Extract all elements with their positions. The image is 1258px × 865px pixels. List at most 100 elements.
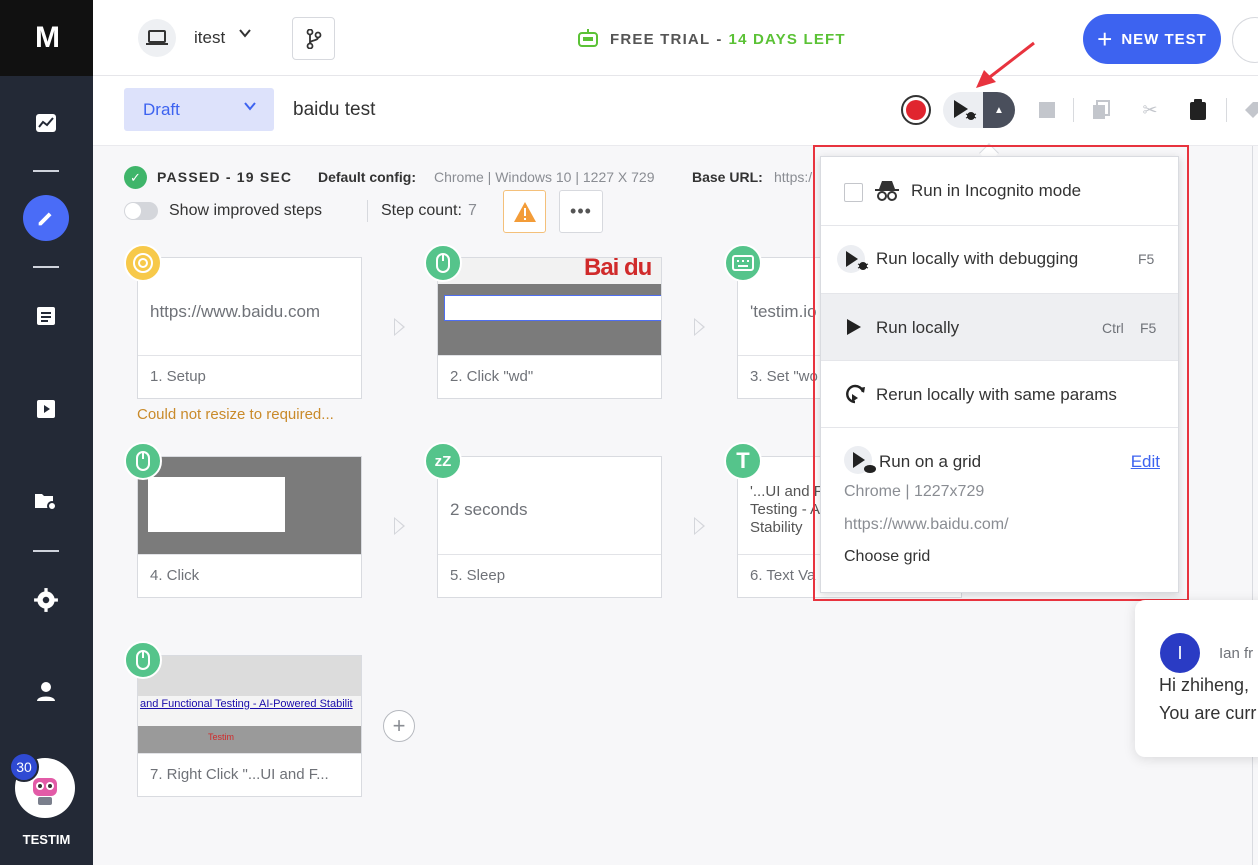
step-preview: 2 seconds: [438, 457, 661, 554]
preview-link: and Functional Testing - AI-Powered Stab…: [140, 698, 353, 710]
step-label: 6. Text Va: [750, 567, 816, 584]
step-arrow-icon: [394, 517, 405, 535]
choose-grid[interactable]: Choose grid: [844, 548, 930, 566]
incognito-icon: [873, 179, 901, 208]
run-options-caret[interactable]: ▲: [983, 92, 1015, 128]
chrome-icon: [124, 244, 162, 282]
runs-icon[interactable]: [23, 386, 69, 432]
sidebar-divider: [33, 170, 59, 172]
divider: [438, 355, 661, 356]
play-cloud-icon: [843, 445, 881, 480]
config-value[interactable]: Chrome | Windows 10 | 1227 X 729: [434, 169, 655, 185]
branch-icon: [306, 28, 321, 49]
incognito-checkbox[interactable]: [844, 183, 863, 202]
testim-logo[interactable]: M: [0, 0, 93, 76]
more-options-button[interactable]: •••: [559, 190, 603, 233]
preview-extra: Testim: [208, 732, 235, 742]
tests-list-icon[interactable]: [23, 293, 69, 339]
search-icon[interactable]: [1232, 17, 1258, 63]
menu-item-run-debug[interactable]: Run locally with debugging F5: [821, 226, 1178, 294]
trial-dash: -: [716, 30, 723, 48]
chat-message-line: Hi zhiheng,: [1159, 675, 1250, 695]
rerun-icon: [843, 382, 867, 411]
menu-item-run-grid[interactable]: Run on a grid Edit Chrome | 1227x729 htt…: [821, 428, 1178, 592]
step-label: 7. Right Click "...UI and F...: [150, 766, 329, 783]
step-label: 4. Click: [150, 567, 200, 584]
copy-icon[interactable]: [1089, 98, 1113, 122]
preview-header: [138, 656, 361, 696]
preview-snippet: [138, 726, 361, 753]
scissors-icon[interactable]: ✂: [1138, 98, 1162, 122]
step-preview-line: Testing - A: [750, 501, 821, 518]
chat-popup[interactable]: I Ian fr Hi zhiheng, You are curr: [1135, 600, 1258, 757]
sleep-icon: zZ: [424, 442, 462, 480]
warning-button[interactable]: [503, 190, 546, 233]
play-icon: [846, 318, 862, 341]
step-preview-text: https://www.baidu.com: [150, 302, 321, 321]
branch-button[interactable]: [292, 17, 335, 60]
editor-icon[interactable]: [23, 195, 69, 241]
menu-item-label: Run on a grid: [879, 452, 982, 471]
play-debug-button[interactable]: [943, 92, 983, 128]
divider: [138, 753, 361, 754]
panel-edge: [1252, 146, 1253, 865]
text-icon: T: [724, 442, 762, 480]
step-label: 5. Sleep: [450, 567, 506, 584]
step-card-5[interactable]: 2 seconds 5. Sleep: [437, 456, 662, 598]
mouse-icon: [424, 244, 462, 282]
step-preview-text: 2 seconds: [450, 500, 528, 519]
preview-element: [148, 477, 285, 532]
step-label: 3. Set "wo: [750, 368, 818, 385]
add-step-button[interactable]: +: [383, 710, 415, 742]
divider: [138, 355, 361, 356]
divider: [438, 554, 661, 555]
step-card-2[interactable]: Bai du 2. Click "wd": [437, 257, 662, 399]
menu-item-label: Run locally: [876, 318, 960, 337]
notification-badge[interactable]: 30: [9, 752, 39, 782]
chat-message-line: You are curr: [1159, 703, 1257, 723]
grid-browser: Chrome | 1227x729: [844, 483, 985, 500]
menu-item-run-locally[interactable]: Run locally Ctrl F5: [821, 294, 1178, 361]
laptop-icon[interactable]: [138, 19, 176, 57]
trial-robot-icon: [578, 29, 598, 47]
status-value: Draft: [143, 99, 180, 119]
clipboard-icon[interactable]: [1186, 98, 1210, 122]
toolbar-divider: [1073, 98, 1074, 122]
project-name[interactable]: itest: [194, 28, 225, 48]
step-card-7[interactable]: and Functional Testing - AI-Powered Stab…: [137, 655, 362, 797]
grid-edit-link[interactable]: Edit: [1131, 452, 1160, 472]
shortcut-modifier: Ctrl: [1102, 320, 1124, 336]
config-label: Default config:: [318, 169, 416, 185]
step-count: Step count: 7: [381, 202, 477, 220]
stop-icon[interactable]: [1035, 98, 1059, 122]
free-trial-banner: FREE TRIAL - 14 DAYS LEFT: [576, 28, 846, 50]
menu-item-rerun[interactable]: Rerun locally with same params: [821, 361, 1178, 428]
status-dropdown[interactable]: Draft: [124, 88, 274, 131]
step-preview-line: '...UI and F: [750, 483, 823, 500]
base-url-value[interactable]: https:/: [774, 169, 812, 185]
menu-item-label: Run locally with debugging: [876, 249, 1079, 268]
grid-url: https://www.baidu.com/: [844, 516, 1009, 533]
play-bug-icon: [954, 100, 977, 120]
step-card-1[interactable]: https://www.baidu.com 1. Setup: [137, 257, 362, 399]
folder-settings-icon[interactable]: [23, 478, 69, 524]
test-name[interactable]: baidu test: [293, 99, 375, 121]
mouse-icon: [124, 641, 162, 679]
step-card-4[interactable]: 4. Click: [137, 456, 362, 598]
new-test-button[interactable]: + NEW TEST: [1083, 14, 1221, 64]
step-count-label: Step count:: [381, 202, 462, 219]
trial-label: FREE TRIAL: [610, 30, 711, 48]
record-button[interactable]: [901, 95, 931, 125]
settings-gear-icon[interactable]: [23, 577, 69, 623]
user-icon[interactable]: [23, 668, 69, 714]
step-arrow-icon: [394, 318, 405, 336]
mouse-icon: [124, 442, 162, 480]
sidebar-divider: [33, 266, 59, 268]
improved-steps-toggle[interactable]: [124, 202, 158, 220]
trial-days: 14 DAYS LEFT: [728, 30, 846, 48]
dashboard-icon[interactable]: [23, 100, 69, 146]
tag-icon[interactable]: [1241, 98, 1258, 122]
preview-input: [444, 295, 661, 321]
menu-item-incognito[interactable]: Run in Incognito mode: [821, 157, 1178, 226]
chevron-down-icon[interactable]: [238, 26, 252, 43]
